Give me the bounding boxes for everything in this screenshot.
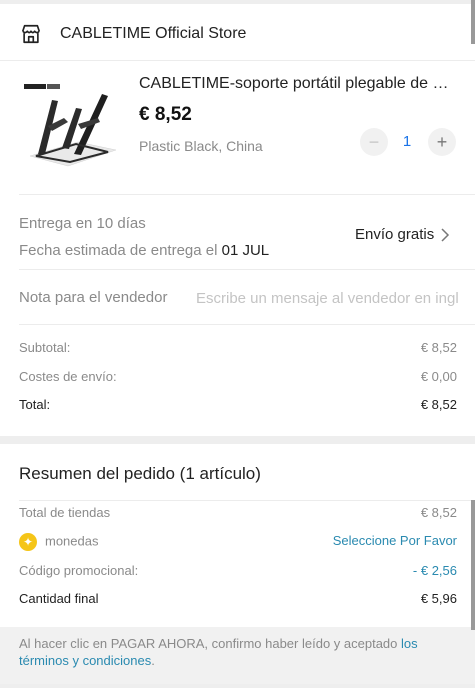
- stores-total-value: € 8,52: [420, 505, 457, 520]
- product-price: € 8,52: [139, 104, 192, 125]
- seller-note-label: Nota para el vendedor: [19, 289, 168, 306]
- promo-code-label: Código promocional:: [19, 563, 139, 578]
- subtotal-label: Subtotal:: [19, 340, 71, 355]
- coins-row[interactable]: ✦ monedas Seleccione Por Favor: [19, 533, 457, 551]
- shipping-cost-row: Costes de envío: € 0,00: [19, 369, 457, 384]
- quantity-increase-button[interactable]: +: [428, 128, 456, 156]
- scrollbar-edge[interactable]: [471, 0, 475, 44]
- scrollbar-edge[interactable]: [471, 500, 475, 630]
- eta-date: 01 JUL: [221, 242, 270, 259]
- divider: [0, 60, 475, 61]
- store-icon: [21, 24, 41, 44]
- laptop-stand-image: [24, 84, 117, 167]
- shipping-cost-value: € 0,00: [420, 369, 457, 384]
- stores-total-label: Total de tiendas: [19, 505, 111, 520]
- coins-label: monedas: [45, 533, 99, 549]
- divider: [19, 500, 475, 501]
- promo-code-row[interactable]: Código promocional: - € 2,56: [19, 563, 457, 578]
- subtotal-value: € 8,52: [420, 340, 457, 355]
- delivery-eta: Fecha estimada de entrega el 01 JUL: [19, 242, 269, 259]
- coin-icon: ✦: [19, 533, 37, 551]
- store-name: CABLETIME Official Store: [60, 25, 247, 42]
- order-summary-title: Resumen del pedido (1 artículo): [19, 464, 261, 483]
- shipping-option[interactable]: Envío gratis: [355, 226, 450, 243]
- divider: [19, 194, 475, 195]
- chevron-right-icon: [441, 227, 450, 242]
- final-amount-label: Cantidad final: [19, 591, 99, 606]
- coins-label-group: ✦ monedas: [19, 533, 98, 551]
- promo-code-value[interactable]: - € 2,56: [413, 563, 457, 578]
- store-header[interactable]: CABLETIME Official Store: [20, 21, 246, 47]
- order-card: CABLETIME Official Store CABLETIME-sopor…: [0, 4, 475, 436]
- product-variant[interactable]: Plastic Black, China: [139, 138, 263, 154]
- product-thumbnail[interactable]: [18, 74, 122, 172]
- coins-select-link[interactable]: Seleccione Por Favor: [333, 533, 457, 551]
- terms-disclaimer: Al hacer clic en PAGAR AHORA, confirmo h…: [0, 627, 475, 684]
- seller-note-input[interactable]: [196, 287, 458, 309]
- stores-total-row: Total de tiendas € 8,52: [19, 505, 457, 520]
- divider: [19, 269, 475, 270]
- product-title[interactable]: CABLETIME-soporte portátil plegable de a…: [139, 75, 457, 93]
- quantity-decrease-button[interactable]: −: [360, 128, 388, 156]
- eta-prefix: Fecha estimada de entrega el: [19, 242, 222, 259]
- minus-icon: −: [368, 132, 380, 152]
- plus-icon: +: [436, 132, 448, 152]
- delivery-estimate: Entrega en 10 días: [19, 215, 146, 232]
- divider: [19, 324, 475, 325]
- final-amount-row: Cantidad final € 5,96: [19, 591, 457, 606]
- quantity-value: 1: [402, 133, 412, 150]
- disclaimer-text: Al hacer clic en PAGAR AHORA, confirmo h…: [19, 636, 401, 651]
- shipping-cost-label: Costes de envío:: [19, 369, 117, 384]
- total-label: Total:: [19, 397, 51, 412]
- total-value: € 8,52: [420, 397, 457, 412]
- subtotal-row: Subtotal: € 8,52: [19, 340, 457, 355]
- shipping-label: Envío gratis: [355, 226, 435, 243]
- total-row: Total: € 8,52: [19, 397, 457, 412]
- disclaimer-suffix: .: [151, 653, 155, 668]
- final-amount-value: € 5,96: [420, 591, 457, 606]
